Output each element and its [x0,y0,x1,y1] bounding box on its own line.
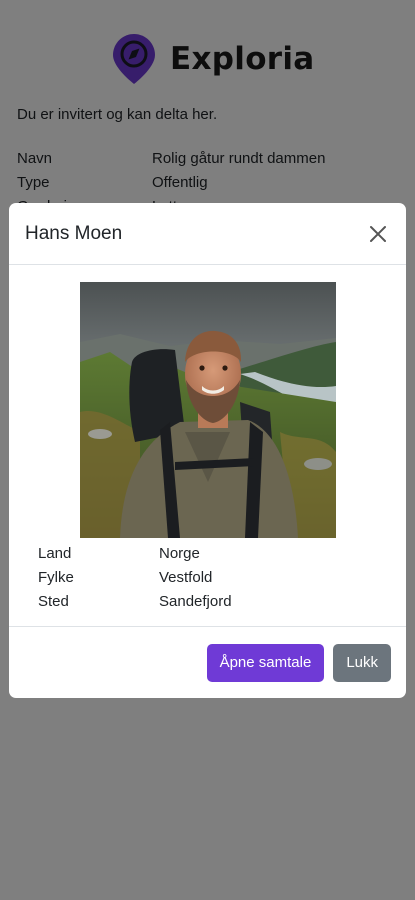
modal-title: Hans Moen [25,222,123,244]
profile-details: Land Norge Fylke Vestfold Sted Sandefjor… [38,541,232,613]
profile-photo [80,282,336,538]
modal-footer: Åpne samtale Lukk [9,627,406,698]
profile-modal: Hans Moen Land Norge Fylke Vestfold Sted… [9,203,406,698]
modal-header: Hans Moen [9,203,406,265]
detail-value: Vestfold [159,568,213,586]
detail-label: Land [38,544,72,562]
detail-value: Sandefjord [159,592,232,610]
detail-row: Fylke Vestfold [38,565,232,589]
detail-row: Sted Sandefjord [38,589,232,613]
close-icon [370,225,386,242]
detail-value: Norge [159,544,200,562]
detail-label: Fylke [38,568,74,586]
close-modal-button[interactable]: Lukk [333,643,391,682]
modal-body: Land Norge Fylke Vestfold Sted Sandefjor… [9,265,406,627]
close-button[interactable] [366,222,390,246]
detail-row: Land Norge [38,541,232,565]
detail-label: Sted [38,592,69,610]
open-chat-button[interactable]: Åpne samtale [206,643,325,682]
